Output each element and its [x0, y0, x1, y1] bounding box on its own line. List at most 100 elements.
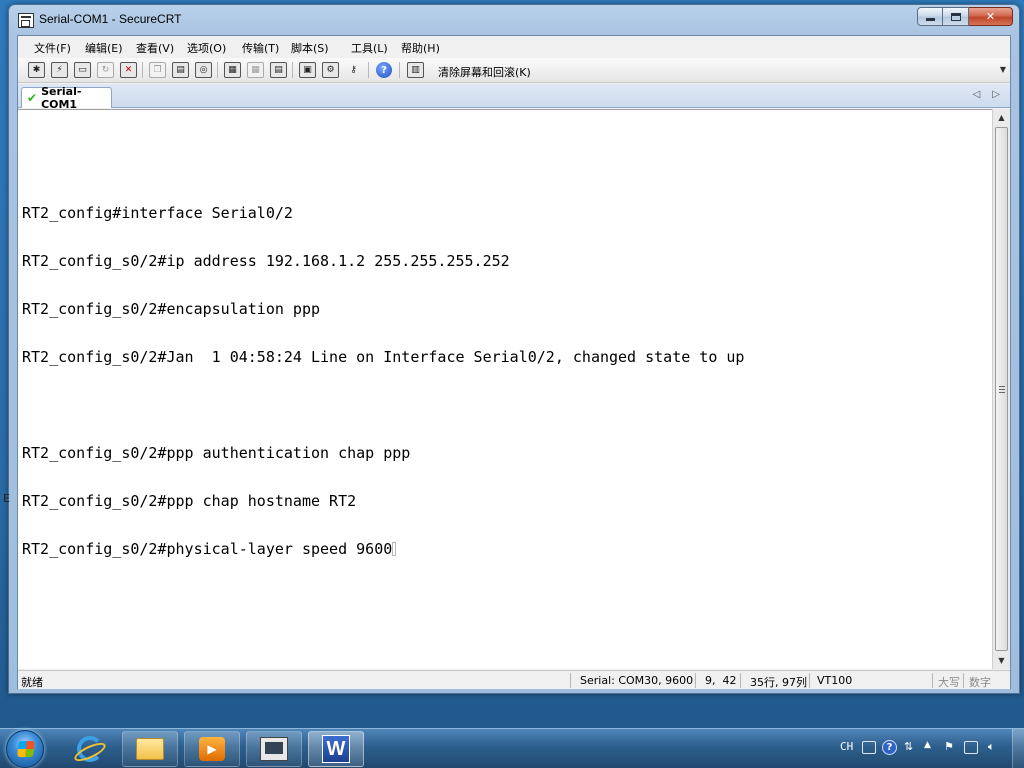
menu-script[interactable]: 脚本(S): [291, 40, 329, 56]
start-button[interactable]: [6, 730, 44, 768]
status-divider: [570, 673, 571, 688]
status-num-lock: 数字: [969, 676, 991, 689]
folder-icon: [136, 738, 164, 760]
connected-check-icon: ✔: [27, 91, 38, 105]
taskbar-internet-explorer[interactable]: [62, 731, 118, 767]
wps-writer-icon: W: [322, 735, 350, 763]
connect-icon[interactable]: ✱: [28, 62, 45, 78]
tab-serial-com1[interactable]: ✔ Serial-COM1: [21, 85, 112, 111]
menu-bar: 文件(F) 编辑(E) 查看(V) 选项(O) 传输(T) 脚本(S) 工具(L…: [18, 36, 1010, 58]
copy-icon[interactable]: ❐: [149, 62, 166, 78]
help-icon[interactable]: ?: [376, 62, 392, 78]
terminal-cursor: [392, 542, 397, 556]
maximize-icon: [950, 12, 961, 21]
title-bar[interactable]: Serial-COM1 - SecureCRT ✕: [9, 5, 1019, 35]
terminal-view[interactable]: RT2_config#interface Serial0/2 RT2_confi…: [18, 109, 994, 669]
session-options-icon[interactable]: ▣: [299, 62, 316, 78]
tab-scroll-left-icon[interactable]: ◁: [973, 89, 981, 100]
windows-logo-icon: [17, 741, 35, 757]
status-caps-lock: 大写: [938, 676, 960, 689]
taskbar: ▶ W CH ? ⇅ ▲ ⚑ 🔈︎: [0, 728, 1024, 768]
taskbar-wps-writer[interactable]: W: [308, 731, 364, 767]
menu-file[interactable]: 文件(F): [34, 40, 71, 56]
terminal-line: RT2_config_s0/2#encapsulation ppp: [22, 300, 321, 318]
status-divider: [695, 673, 696, 688]
menu-edit[interactable]: 编辑(E): [85, 40, 123, 56]
securecrt-app-icon[interactable]: [18, 13, 34, 28]
network-status-icon[interactable]: [964, 741, 978, 754]
tray-help-icon[interactable]: ?: [882, 740, 897, 755]
terminal-line: RT2_config#interface Serial0/2: [22, 204, 293, 222]
scrollbar-thumb[interactable]: [995, 127, 1008, 651]
print-selection-icon[interactable]: ▤: [270, 62, 287, 78]
menu-transfer[interactable]: 传输(T): [242, 40, 279, 56]
window-controls: ✕: [917, 7, 1013, 26]
window-title: Serial-COM1 - SecureCRT: [39, 12, 182, 26]
menu-tools[interactable]: 工具(L): [351, 40, 388, 56]
find-icon[interactable]: ◎: [195, 62, 212, 78]
taskbar-file-explorer[interactable]: [122, 731, 178, 767]
status-divider: [809, 673, 810, 688]
status-ready: 就绪: [21, 676, 43, 689]
keymap-icon[interactable]: ⚷: [345, 62, 362, 78]
media-player-icon: ▶: [199, 737, 225, 761]
maximize-button[interactable]: [943, 7, 969, 26]
status-divider: [740, 673, 741, 688]
terminal-line: RT2_config_s0/2#Jan 1 04:58:24 Line on I…: [22, 348, 745, 366]
close-button[interactable]: ✕: [969, 7, 1013, 26]
disconnect-icon[interactable]: ✕: [120, 62, 137, 78]
print-setup-icon[interactable]: ▦: [247, 62, 264, 78]
status-divider: [932, 673, 933, 688]
show-hidden-icons-icon[interactable]: ▲: [924, 740, 931, 750]
grip-icon: [999, 386, 1005, 393]
taskbar-securecrt[interactable]: [246, 731, 302, 767]
session-tab-strip: ✔ Serial-COM1 ◁ ▷: [18, 84, 1010, 111]
scroll-up-icon[interactable]: ▲: [993, 109, 1010, 126]
ime-indicator[interactable]: CH: [840, 740, 853, 753]
clear-screen-icon[interactable]: ▥: [407, 62, 424, 78]
paste-icon[interactable]: ▤: [172, 62, 189, 78]
taskbar-media-player[interactable]: ▶: [184, 731, 240, 767]
toolbar-separator: [399, 62, 400, 78]
status-cursor-position: 9, 42: [705, 674, 737, 687]
status-bar: 就绪 Serial: COM30, 9600 9, 42 35行, 97列 VT…: [18, 670, 1010, 689]
scroll-down-icon[interactable]: ▼: [993, 652, 1010, 669]
terminal-output: RT2_config#interface Serial0/2 RT2_confi…: [22, 125, 744, 589]
menu-options[interactable]: 选项(O): [187, 40, 226, 56]
client-area: 文件(F) 编辑(E) 查看(V) 选项(O) 传输(T) 脚本(S) 工具(L…: [17, 35, 1011, 689]
terminal-line: RT2_config_s0/2#physical-layer speed 960…: [22, 540, 393, 558]
volume-icon[interactable]: 🔈︎: [988, 740, 995, 754]
securecrt-window: Serial-COM1 - SecureCRT ✕ 文件(F) 编辑(E) 查看…: [8, 4, 1020, 694]
toolbar: ✱ ⚡ ▭ ↻ ✕ ❐ ▤ ◎ ▦ ▦ ▤ ▣ ⚙ ⚷ ? ▥ 清除屏幕和回滚(…: [18, 58, 1010, 83]
menu-view[interactable]: 查看(V): [136, 40, 174, 56]
action-center-flag-icon[interactable]: ⚑: [944, 740, 954, 753]
terminal-scrollbar[interactable]: ▲ ▼: [992, 109, 1010, 669]
clear-screen-button[interactable]: 清除屏幕和回滚(K): [438, 64, 531, 80]
status-divider: [963, 673, 964, 688]
system-tray: CH ? ⇅ ▲ ⚑ 🔈︎: [824, 729, 1024, 768]
terminal-line: RT2_config_s0/2#ppp authentication chap …: [22, 444, 411, 462]
toolbar-overflow-icon[interactable]: ▼: [1000, 65, 1006, 74]
quick-connect-icon[interactable]: ⚡: [51, 62, 68, 78]
toolbar-separator: [142, 62, 143, 78]
network-icon[interactable]: ⇅: [904, 740, 913, 753]
keyboard-icon[interactable]: [862, 741, 876, 754]
print-icon[interactable]: ▦: [224, 62, 241, 78]
reconnect-icon[interactable]: ↻: [97, 62, 114, 78]
global-options-icon[interactable]: ⚙: [322, 62, 339, 78]
toolbar-separator: [368, 62, 369, 78]
desktop-edge-glyph: E: [3, 492, 10, 505]
minimize-button[interactable]: [917, 7, 943, 26]
securecrt-taskbar-icon: [260, 737, 288, 761]
tab-scroll-right-icon[interactable]: ▷: [992, 89, 1000, 100]
internet-explorer-icon: [77, 736, 103, 762]
terminal-line: RT2_config_s0/2#ip address 192.168.1.2 2…: [22, 252, 510, 270]
show-desktop-button[interactable]: [1012, 729, 1024, 768]
connect-tab-icon[interactable]: ▭: [74, 62, 91, 78]
menu-help[interactable]: 帮助(H): [401, 40, 440, 56]
terminal-line: RT2_config_s0/2#ppp chap hostname RT2: [22, 492, 357, 510]
toolbar-separator: [217, 62, 218, 78]
close-icon: ✕: [985, 10, 996, 23]
